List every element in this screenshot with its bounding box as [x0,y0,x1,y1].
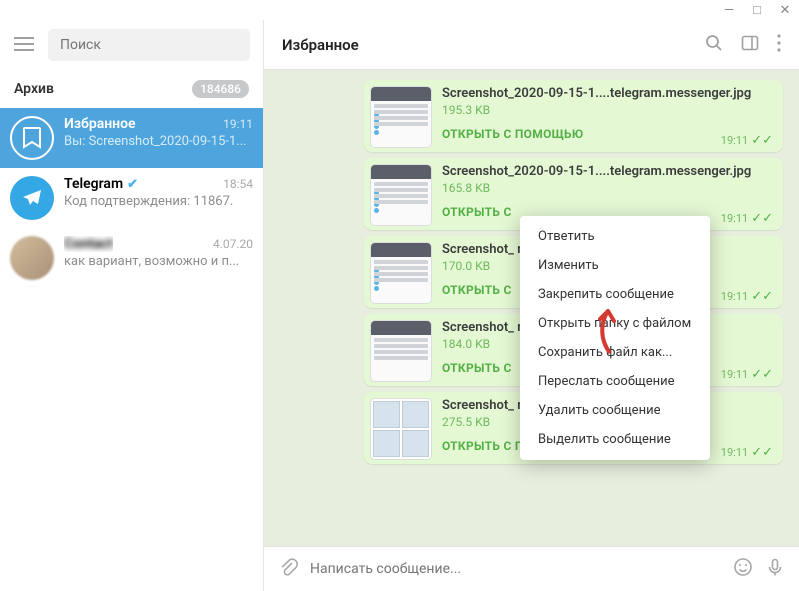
menu-icon[interactable] [14,36,34,55]
voice-icon[interactable] [765,557,785,581]
file-name: Screenshot_2020-09-15-1....telegram.mess… [442,86,775,101]
context-menu: Ответить Изменить Закрепить сообщение От… [520,216,710,460]
sidebar: Архив 184686 Избранное 19:11 Вы: Screens… [0,20,264,591]
chat-time: 19:11 [223,117,253,131]
chat-name: Избранное [64,116,136,132]
sidebar-toggle-icon[interactable] [741,34,759,56]
messages-area: Screenshot_2020-09-15-1....telegram.mess… [264,70,799,546]
file-thumbnail [370,164,432,226]
file-thumbnail [370,242,432,304]
ctx-select[interactable]: Выделить сообщение [520,425,710,454]
file-size: 195.3 KB [442,103,775,117]
file-name: Screenshot_2020-09-15-1....telegram.mess… [442,164,775,179]
chat-preview: Вы: Screenshot_2020-09-15-1... [64,134,253,149]
close-button[interactable]: ✕ [771,0,799,20]
message-input[interactable] [310,561,721,577]
telegram-icon [10,176,54,220]
archive-label: Архив [14,81,54,97]
file-thumbnail [370,320,432,382]
read-checks-icon: ✓✓ [751,211,773,226]
file-size: 165.8 KB [442,181,775,195]
chat-preview: Код подтверждения: 11867. [64,194,253,209]
message-time: 19:11 [721,212,748,225]
read-checks-icon: ✓✓ [751,289,773,304]
more-icon[interactable] [777,34,781,56]
message-time: 19:11 [721,134,748,147]
attach-icon[interactable] [278,557,298,581]
read-checks-icon: ✓✓ [751,445,773,460]
chat-list: Избранное 19:11 Вы: Screenshot_2020-09-1… [0,108,263,591]
message-time: 19:11 [721,290,748,303]
file-thumbnail [370,86,432,148]
maximize-button[interactable]: □ [743,0,771,20]
chat-item-saved[interactable]: Избранное 19:11 Вы: Screenshot_2020-09-1… [0,108,263,168]
ctx-pin[interactable]: Закрепить сообщение [520,280,710,309]
ctx-delete[interactable]: Удалить сообщение [520,396,710,425]
chat-item-telegram[interactable]: Telegram ✔ 18:54 Код подтверждения: 1186… [0,168,263,228]
chat-time: 4.07.20 [213,237,253,251]
page-title: Избранное [282,36,359,54]
saved-messages-icon [10,116,54,160]
minimize-button[interactable]: — [715,0,743,20]
chat-name: Contact [64,236,113,252]
ctx-open-folder[interactable]: Открыть папку с файлом [520,309,710,338]
read-checks-icon: ✓✓ [751,367,773,382]
message-bubble[interactable]: Screenshot_2020-09-15-1....telegram.mess… [364,80,783,152]
ctx-save-as[interactable]: Сохранить файл как... [520,338,710,367]
composer [264,546,799,591]
archive-row[interactable]: Архив 184686 [0,70,263,108]
search-input[interactable] [48,29,250,61]
ctx-forward[interactable]: Переслать сообщение [520,367,710,396]
chat-time: 18:54 [223,177,253,191]
message-time: 19:11 [721,446,748,459]
archive-count-badge: 184686 [192,80,249,98]
emoji-icon[interactable] [733,557,753,581]
main-panel: Избранное Screenshot_2020-09-15-1....tel… [264,20,799,591]
message-time: 19:11 [721,368,748,381]
ctx-edit[interactable]: Изменить [520,251,710,280]
main-header: Избранное [264,20,799,70]
chat-item-contact[interactable]: Contact 4.07.20 как вариант, возможно и … [0,228,263,288]
ctx-reply[interactable]: Ответить [520,222,710,251]
read-checks-icon: ✓✓ [751,133,773,148]
chat-preview: как вариант, возможно и п... [64,254,253,269]
file-thumbnail [370,398,432,460]
chat-name: Telegram ✔ [64,176,138,192]
verified-icon: ✔ [127,177,138,192]
search-icon[interactable] [705,34,723,56]
avatar [10,236,54,280]
